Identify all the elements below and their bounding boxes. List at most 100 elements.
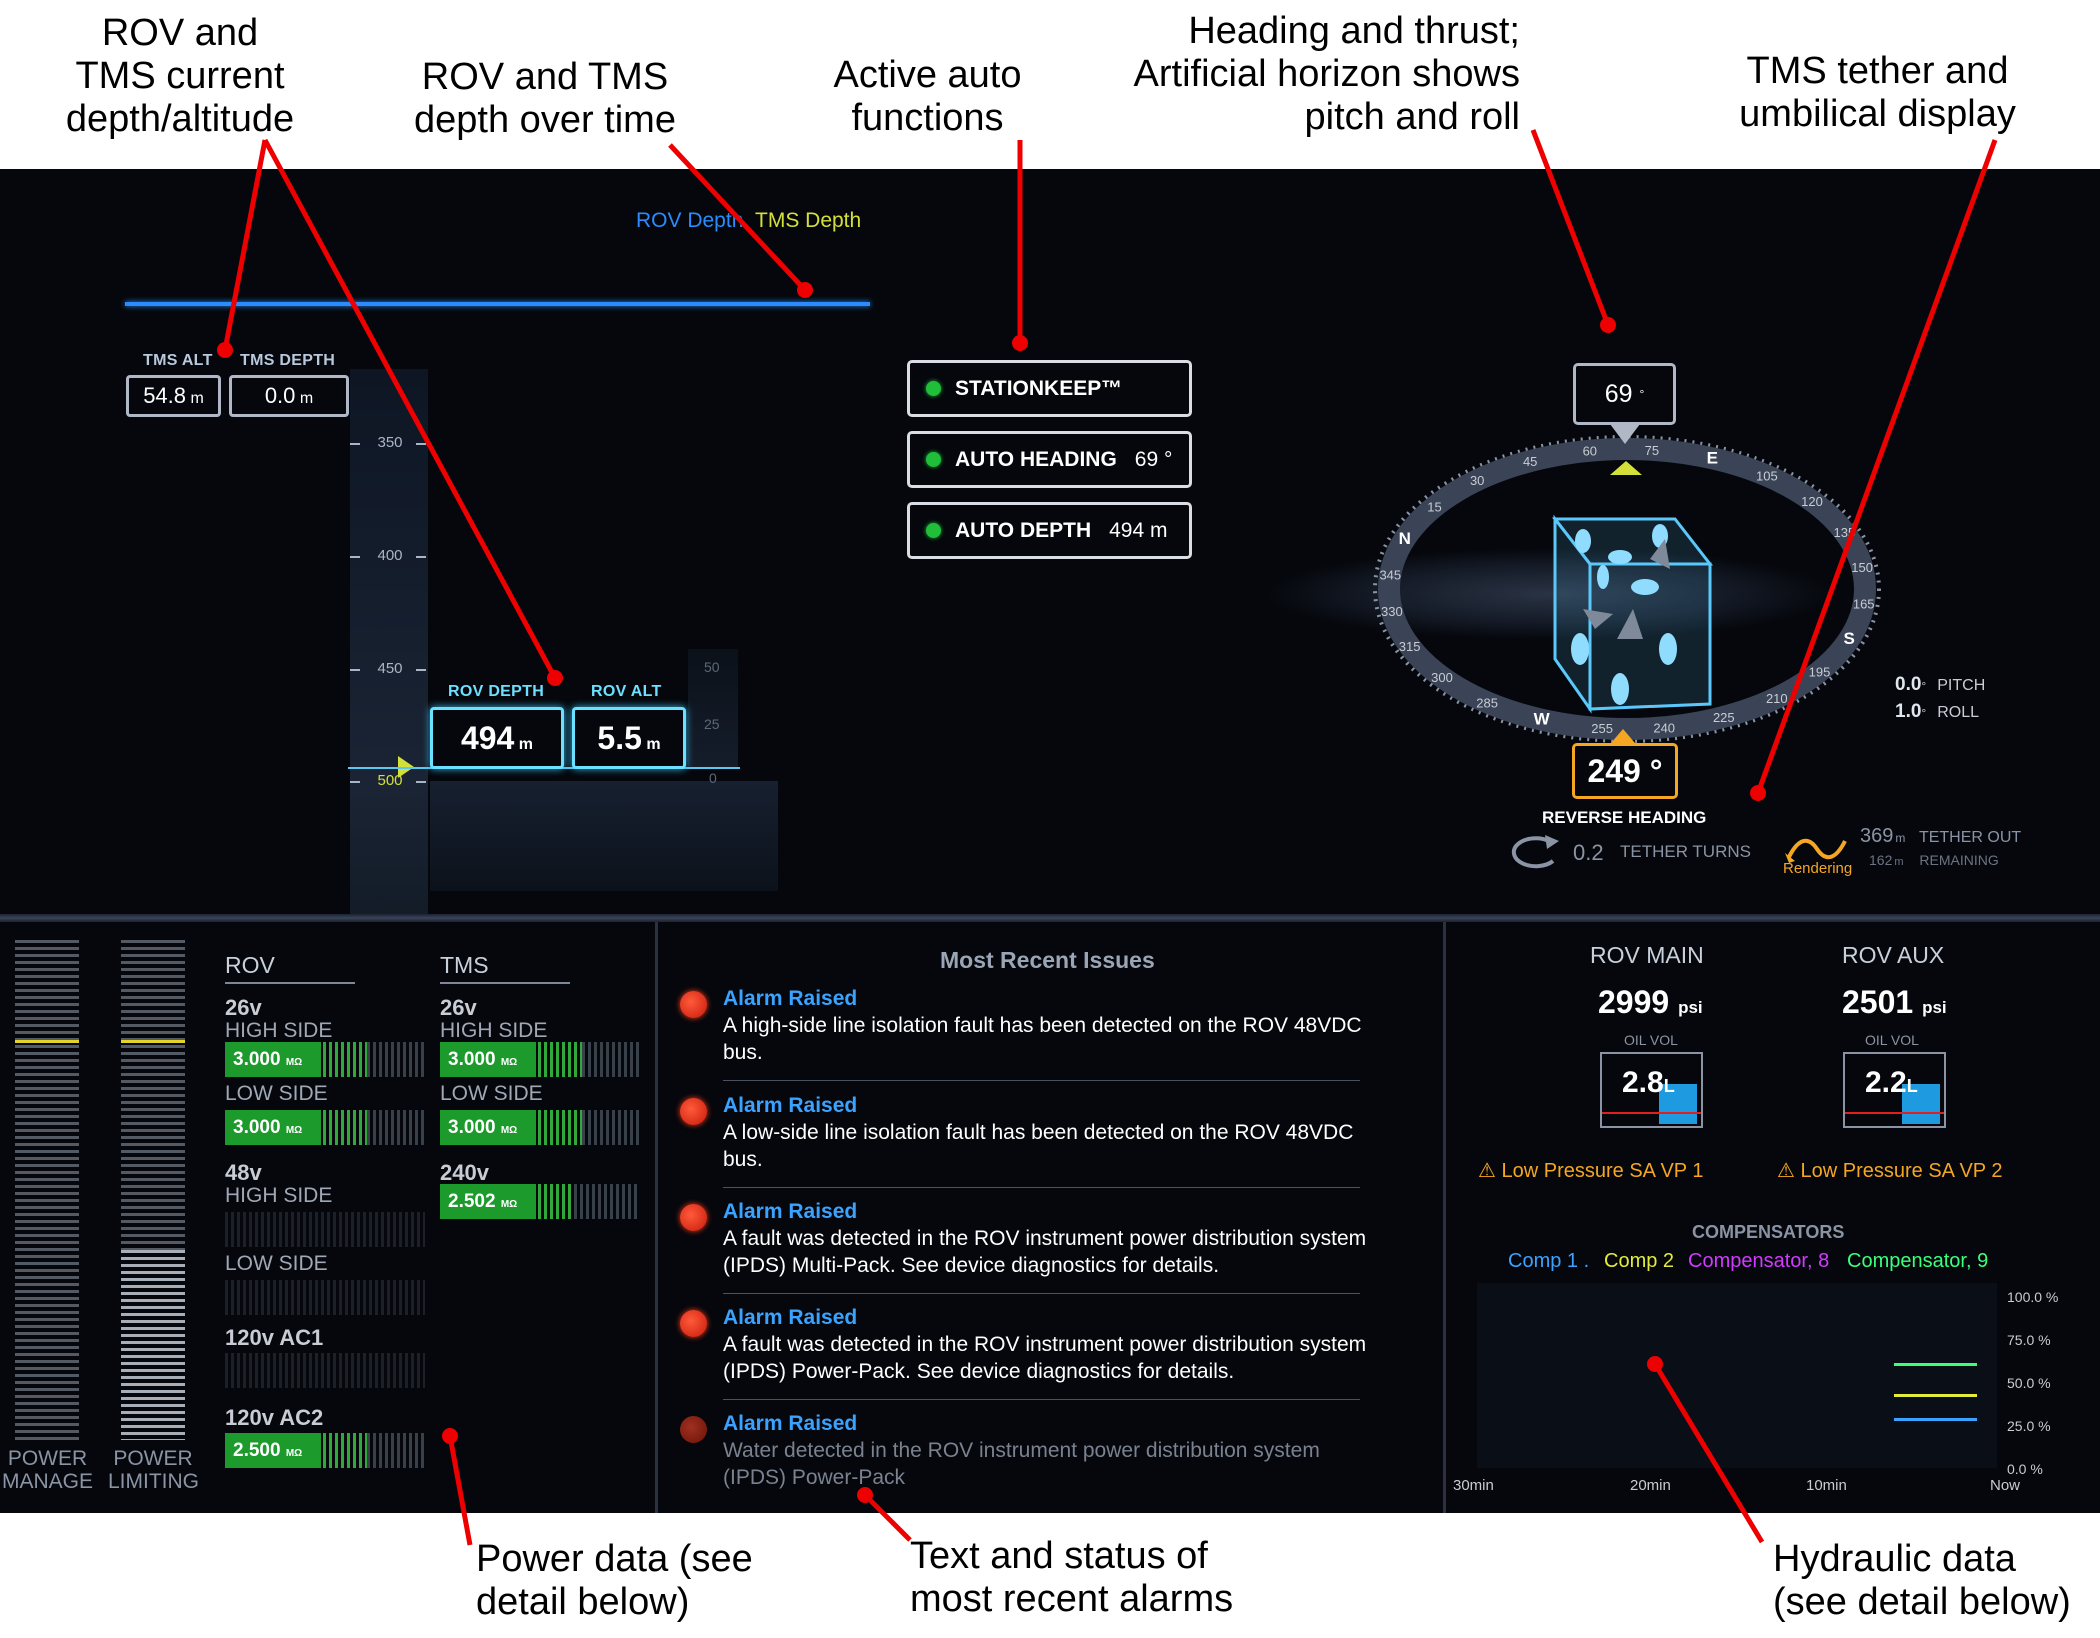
rov-depth-box: 494 m [430, 707, 564, 769]
rov-ac1-meter [225, 1353, 425, 1388]
tms-240v-meter: 2.502 MΩ [440, 1184, 640, 1219]
rov-main-label: ROV MAIN [1590, 942, 1704, 968]
callout-heading: Heading and thrust; Artificial horizon s… [1133, 10, 1520, 138]
tms-240v-label: 240v [440, 1160, 489, 1185]
reverse-heading-value: 249 ° [1587, 753, 1663, 789]
compass-tick-label: 75 [1645, 443, 1659, 458]
aux-oil-label: OIL VOL [1865, 1032, 1919, 1048]
pct-tick: 50.0 % [2007, 1375, 2051, 1391]
legend-compensator-9: Compensator, 9 [1847, 1250, 1989, 1272]
compensator-series-line [1893, 1418, 1977, 1422]
tether-remaining-readout: 162 m REMAINING [1869, 852, 1999, 868]
tms-26v-high-label: HIGH SIDE [440, 1019, 548, 1042]
rov-depth-label: ROV DEPTH [448, 683, 545, 700]
tms-alt-value: 54.8 [143, 383, 187, 408]
pct-tick: 0.0 % [2007, 1461, 2043, 1477]
rov-26v-low-label: LOW SIDE [225, 1082, 328, 1105]
issue-title: Alarm Raised [723, 987, 858, 1010]
compass-tick-label: 240 [1653, 720, 1675, 735]
power-rov-heading: ROV [225, 952, 275, 978]
rov-alt-box: 5.5 m [572, 707, 686, 769]
rov-aux-label: ROV AUX [1842, 942, 1945, 968]
callout-power: Power data (see detail below) [476, 1538, 753, 1623]
time-tick: Now [1990, 1477, 2021, 1494]
low-pressure-warning-1: ⚠ Low Pressure SA VP 1 [1478, 1160, 1704, 1182]
panel-divider [0, 914, 2100, 922]
compass-tick-label: S [1844, 629, 1855, 648]
pitch-readout: 0.0° PITCH [1895, 674, 1986, 695]
power-manage-threshold [15, 1040, 79, 1043]
tms-depth-box: 0.0 m [229, 375, 349, 417]
rov-ac1-label: 120v AC1 [225, 1325, 324, 1350]
main-oil-label: OIL VOL [1624, 1032, 1678, 1048]
issue-message: A low-side line isolation fault has been… [723, 1121, 1354, 1171]
tether-turns-icon [1511, 835, 1559, 869]
legend-tms-depth: TMS Depth [755, 209, 862, 232]
issue-item[interactable]: Alarm Raised Water detected in the ROV i… [680, 1412, 1380, 1513]
callout-depth-over-time: ROV and TMS depth over time [414, 56, 676, 141]
heading-unit: ° [1639, 387, 1645, 401]
callout-hydraulic: Hydraulic data (see detail below) [1773, 1538, 2071, 1623]
reverse-heading-box: 249 ° [1572, 743, 1678, 799]
tms-depth-unit: m [299, 390, 314, 407]
compass-tick-label: E [1707, 448, 1718, 467]
rov-depth-trace [125, 302, 870, 306]
legend-comp-1: Comp 1 . [1508, 1250, 1590, 1272]
compass-tick-label: 15 [1427, 500, 1441, 515]
alarm-status-icon [680, 1310, 707, 1337]
auto-depth-value: 494 m [1109, 518, 1168, 542]
roll-readout: 1.0° ROLL [1895, 701, 1980, 722]
rov-alt-value: 5.5 [597, 720, 642, 756]
rov-alt-unit: m [646, 736, 661, 753]
aux-oil-gauge: 2.2L [1843, 1052, 1946, 1128]
issue-message: A fault was detected in the ROV instrume… [723, 1227, 1367, 1277]
issue-message: A high-side line isolation fault has bee… [723, 1014, 1362, 1064]
legend-compensator-8: Compensator, 8 [1688, 1250, 1830, 1272]
rov-heading-rule [225, 982, 355, 984]
callout-alarms: Text and status of most recent alarms [910, 1535, 1234, 1620]
auto-heading-button[interactable]: AUTO HEADING 69 ° [907, 431, 1192, 488]
auto-depth-button[interactable]: AUTO DEPTH 494 m [907, 502, 1192, 559]
power-limiting-threshold [121, 1040, 185, 1043]
alarm-status-icon [680, 1416, 707, 1443]
issues-hydraulics-separator [1443, 922, 1446, 1513]
top-panel: ROV Depth TMS Depth TMS ALT TMS DEPTH 54… [0, 169, 2100, 1069]
alt-tick-50: 50 [704, 659, 720, 675]
pct-tick: 100.0 % [2007, 1289, 2059, 1305]
rov-depth-unit: m [518, 736, 534, 753]
reverse-heading-pointer-icon [1611, 729, 1635, 743]
pct-tick: 75.0 % [2007, 1332, 2051, 1348]
active-status-icon [926, 452, 941, 467]
tms-26v-low-meter: 3.000 MΩ [440, 1110, 640, 1145]
aux-oil-min-line [1845, 1112, 1944, 1114]
alt-tick-25: 25 [704, 716, 720, 732]
issue-divider [723, 1399, 1360, 1400]
alt-tick-0: 0 [709, 770, 717, 786]
rov-26v-high-meter: 3.000 MΩ [225, 1042, 425, 1077]
rov-48v-high-meter [225, 1212, 425, 1247]
rov-main-pressure: 2999 psi [1598, 984, 1703, 1020]
tms-26v-label: 26v [440, 995, 477, 1020]
callout-tether: TMS tether and umbilical display [1739, 50, 2016, 135]
active-status-icon [926, 523, 941, 538]
legend-rov-depth: ROV Depth [636, 209, 744, 232]
compensator-series-line [1893, 1362, 1977, 1366]
callout-current-depth: ROV and TMS current depth/altitude [65, 12, 295, 140]
legend-comp-2: Comp 2 [1604, 1250, 1675, 1272]
rov-26v-high-label: HIGH SIDE [225, 1019, 333, 1042]
tms-alt-box: 54.8 m [126, 375, 221, 417]
auto-stationkeep-button[interactable]: STATIONKEEP™ [907, 360, 1192, 417]
compass-tick-label: 150 [1851, 560, 1873, 575]
tms-alt-unit: m [190, 390, 204, 407]
compass-tick-label: 30 [1470, 473, 1484, 488]
compass-tick-label: 255 [1591, 721, 1613, 736]
rov-48v-low-label: LOW SIDE [225, 1252, 328, 1275]
rov-depth-value: 494 [460, 720, 515, 756]
issue-title: Alarm Raised [723, 1412, 858, 1435]
main-oil-min-line [1602, 1112, 1701, 1114]
issue-message: Water detected in the ROV instrument pow… [723, 1439, 1320, 1489]
issue-divider [723, 1080, 1360, 1081]
tether-turns-value: 0.2 [1573, 840, 1604, 865]
compensator-chart [1477, 1283, 1997, 1468]
power-tms-heading: TMS [440, 952, 489, 978]
